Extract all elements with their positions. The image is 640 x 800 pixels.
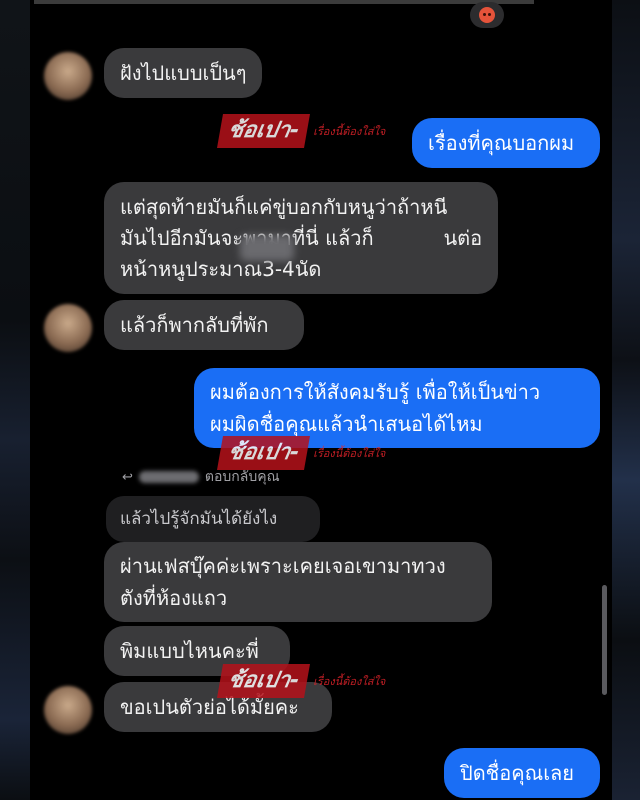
previous-message-edge (34, 0, 534, 4)
censored-word (240, 235, 294, 261)
incoming-message[interactable]: ขอเปนตัวย่อได้มั้ยคะ (104, 682, 332, 732)
outgoing-message[interactable]: ปิดชื่อคุณเลย (444, 748, 600, 798)
censored-name (138, 471, 199, 483)
blurred-right-edge (612, 0, 640, 800)
angry-face-icon (479, 7, 495, 23)
reply-arrow-icon: ↩ (122, 469, 133, 485)
reaction-badge[interactable] (470, 2, 504, 28)
incoming-message[interactable]: แต่สุดท้ายมันก็แค่ขู่บอกกับหนูว่าถ้าหนี … (104, 182, 498, 294)
incoming-message[interactable]: แล้วก็พากลับที่พัก (104, 300, 304, 350)
scrollbar[interactable] (602, 585, 607, 695)
reply-indicator: ↩ ตอบกลับคุณ (122, 466, 280, 488)
blurred-left-edge (0, 0, 30, 800)
reply-label-text: ตอบกลับคุณ (204, 469, 280, 485)
incoming-message[interactable]: ฝังไปแบบเป็นๆ (104, 48, 263, 98)
chat-screenshot: ฝังไปแบบเป็นๆ เรื่องที่คุณบอกผม แต่สุดท้… (0, 0, 640, 800)
outgoing-message[interactable]: ผมต้องการให้สังคมรับรู้ เพื่อให้เป็นข่าว… (194, 368, 600, 448)
incoming-message[interactable]: ผ่านเฟสบุ๊คค่ะเพราะเคยเจอเขามาทวง ตังที่… (104, 542, 492, 622)
avatar[interactable] (44, 686, 92, 734)
avatar[interactable] (44, 52, 92, 100)
avatar[interactable] (44, 304, 92, 352)
quoted-message[interactable]: แล้วไปรู้จักมันได้ยังไง (106, 496, 320, 542)
incoming-message[interactable]: พิมแบบไหนคะพี่ (104, 626, 290, 676)
outgoing-message[interactable]: เรื่องที่คุณบอกผม (412, 118, 600, 168)
